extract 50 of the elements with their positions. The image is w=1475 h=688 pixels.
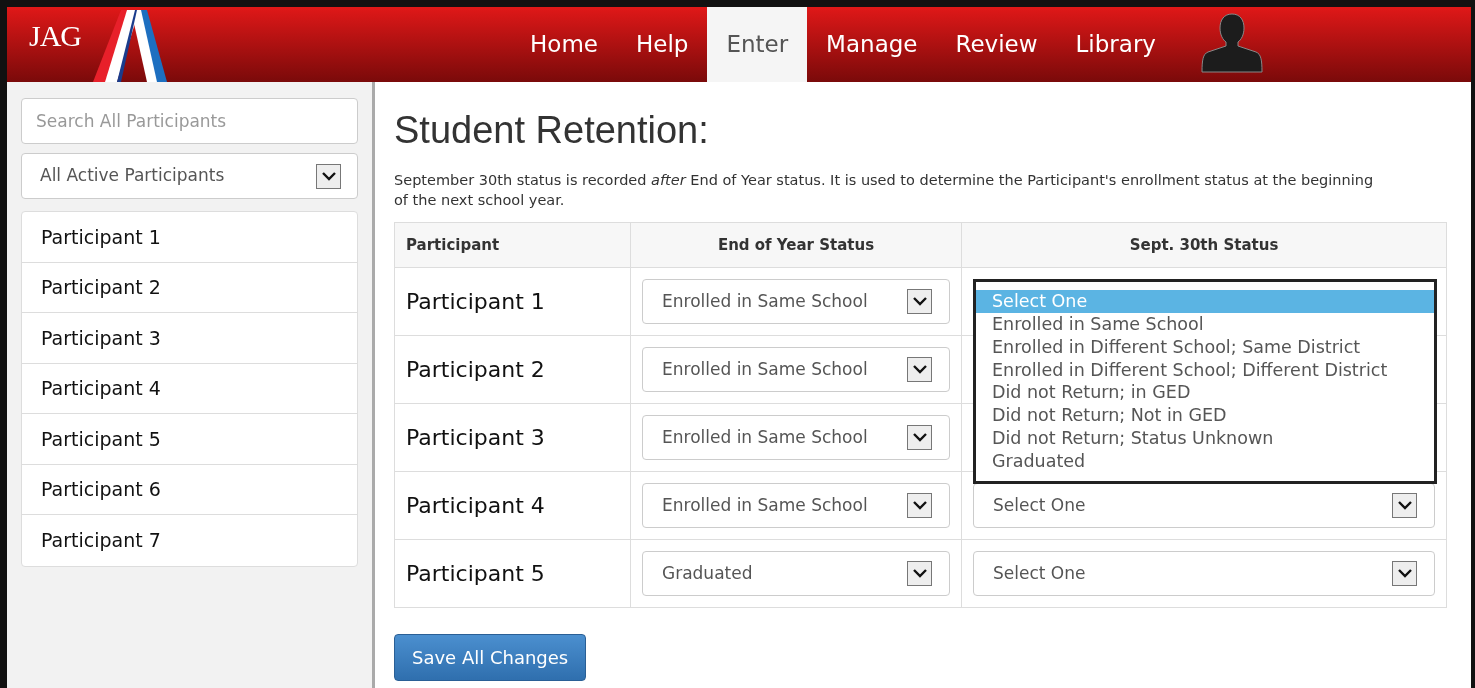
dropdown-option[interactable]: Did not Return; in GED xyxy=(976,381,1434,405)
dropdown-option[interactable]: Did not Return; Status Unknown xyxy=(976,426,1434,450)
status-select[interactable]: Select One xyxy=(973,483,1435,529)
nav-tab[interactable]: Help xyxy=(616,7,708,82)
caret-icon xyxy=(907,425,932,451)
page-title: Student Retention: xyxy=(394,108,710,153)
dropdown-option[interactable]: Enrolled in Different School; Different District xyxy=(976,358,1434,382)
filter-select[interactable]: All Active Participants xyxy=(21,153,358,199)
participant-name: Participant 3 xyxy=(406,425,545,451)
nav-tab[interactable]: Home xyxy=(511,7,617,82)
nav-tab[interactable]: Manage xyxy=(807,7,937,82)
participant-item[interactable]: Participant 6 xyxy=(22,464,357,515)
participant-name: Participant 2 xyxy=(406,357,545,383)
participant-item[interactable]: Participant 5 xyxy=(22,414,357,465)
dropdown-option[interactable]: Did not Return; Not in GED xyxy=(976,404,1434,427)
dropdown-option[interactable]: Enrolled in Same School xyxy=(976,313,1434,336)
status-select[interactable]: Enrolled in Same School xyxy=(642,279,950,325)
column-header: Sept. 30th Status xyxy=(961,222,1447,268)
participant-name: Participant 1 xyxy=(406,289,545,315)
status-select[interactable]: Enrolled in Same School xyxy=(642,415,950,461)
participant-item[interactable]: Participant 7 xyxy=(22,515,357,566)
participant-name: Participant 4 xyxy=(406,493,545,519)
logo-text: JAG xyxy=(29,18,81,54)
caret-icon xyxy=(907,289,932,315)
column-header: End of Year Status xyxy=(630,222,962,268)
participant-item[interactable]: Participant 3 xyxy=(22,313,357,364)
caret-icon xyxy=(1392,493,1417,519)
status-select[interactable]: Enrolled in Same School xyxy=(642,347,950,393)
participant-item[interactable]: Participant 2 xyxy=(22,262,357,313)
participant-name: Participant 5 xyxy=(406,561,545,587)
status-select[interactable]: Enrolled in Same School xyxy=(642,483,950,529)
caret-icon xyxy=(1392,561,1417,587)
caret-icon xyxy=(907,561,932,587)
nav-tab[interactable]: Library xyxy=(1056,7,1175,82)
caret-icon xyxy=(907,357,932,383)
user-avatar-icon[interactable] xyxy=(1198,12,1265,74)
status-select[interactable]: Select One xyxy=(973,551,1435,597)
participant-item[interactable]: Participant 1 xyxy=(22,212,357,263)
nav-tab[interactable]: Enter xyxy=(707,7,808,82)
dropdown-option[interactable]: Enrolled in Different School; Same District xyxy=(976,335,1434,359)
nav-tab[interactable]: Review xyxy=(936,7,1057,82)
participant-item[interactable]: Participant 4 xyxy=(22,363,357,414)
caret-icon xyxy=(316,163,341,189)
dropdown-option[interactable]: Graduated xyxy=(976,449,1434,473)
caret-icon xyxy=(907,493,932,519)
description-text: September 30th status is recorded after End of Year status. It is used to determine the Participant's enrollment status at the beginning of the next school year. xyxy=(394,170,1374,210)
search-field[interactable]: Search All Participants xyxy=(21,98,358,144)
save-button[interactable]: Save All Changes xyxy=(394,634,587,682)
status-select[interactable]: Graduated xyxy=(642,551,950,597)
column-header: Participant xyxy=(394,222,631,268)
